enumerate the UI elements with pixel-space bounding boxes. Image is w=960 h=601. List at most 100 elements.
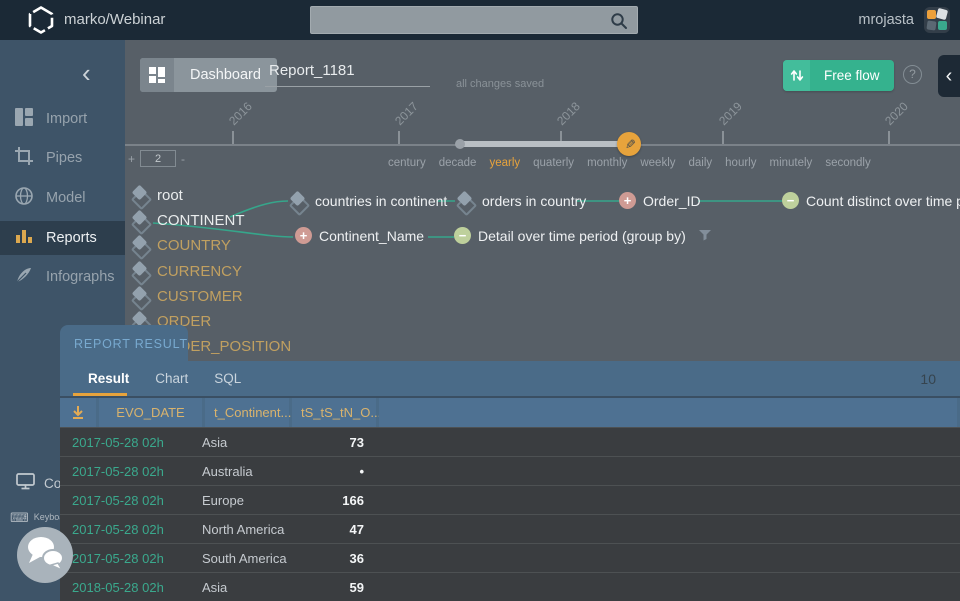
granularity-decade[interactable]: decade [439,157,477,169]
report-title-input[interactable] [265,62,430,87]
search-input[interactable] [319,7,599,33]
granularity-monthly[interactable]: monthly [587,157,627,169]
search-icon[interactable] [609,11,629,36]
console-button[interactable]: Cor [16,466,66,500]
layers-diamond-icon [130,209,150,231]
timeline-year-label: 2016 [226,99,255,128]
layers-diamond-icon [130,285,150,307]
feather-icon [14,265,34,289]
sidebar-item-pipes[interactable]: Pipes [0,141,125,175]
column-header-continent[interactable]: t_Continent... [205,398,291,427]
node-label: Continent_Name [319,227,425,244]
tree-entity-currency[interactable]: CURRENCY [130,260,242,282]
sidebar-collapse-icon[interactable]: ‹ [82,58,91,89]
tree-entity-continent[interactable]: CONTINENT [130,209,245,231]
globe-icon [14,186,34,210]
granularity-minutely[interactable]: minutely [769,157,812,169]
tree-node-order-id[interactable]: + Order_ID [619,192,701,209]
global-search[interactable] [310,6,638,34]
username: mrojasta [858,12,914,28]
user-menu[interactable]: mrojasta [858,0,950,40]
tab-result[interactable]: Result [88,371,129,386]
entity-label: root [157,186,183,204]
table-row[interactable]: 2017-05-28 02h Europe 166 [60,485,960,514]
granularity-daily[interactable]: daily [689,157,713,169]
keyboard-shortcuts-button[interactable]: ⌨ Keyboar [10,508,67,526]
timeline-year-label: 2020 [882,99,911,128]
tab-sql[interactable]: SQL [214,371,241,386]
timeline-year-label: 2019 [716,99,745,128]
table-row[interactable]: 2017-05-28 02h Asia 73 [60,427,960,456]
sort-arrows-icon [783,60,810,91]
download-button[interactable] [60,398,96,427]
cell-value: 73 [349,434,364,450]
entity-label: COUNTRY [157,236,231,254]
sidebar-item-infographs[interactable]: Infographs [0,260,125,294]
table-row[interactable]: 2018-05-28 02h Asia 59 [60,572,960,601]
zoom-plus-button[interactable]: + [128,152,135,166]
tree-node-count-distinct[interactable]: − Count distinct over time pe [782,192,960,209]
filter-icon[interactable] [698,228,711,244]
node-label: Detail over time period (group by) [478,227,686,244]
tree-node-detail-over-time[interactable]: − Detail over time period (group by) [454,227,711,244]
cell-continent: South America [202,550,287,566]
entity-label: CURRENCY [157,262,243,280]
granularity-hourly[interactable]: hourly [725,157,756,169]
avatar[interactable] [924,7,950,33]
timeline-tick [398,131,400,144]
timeline-range-start-handle[interactable] [455,139,465,149]
entity-label: CUSTOMER [157,287,243,305]
node-label: countries in continent [315,193,448,209]
plus-circle-icon: + [295,227,312,244]
tree-node-continent-name[interactable]: + Continent_Name [295,227,424,244]
cell-value: • [359,463,364,479]
granularity-yearly[interactable]: yearly [489,157,520,169]
column-header-evo-date[interactable]: EVO_DATE [99,398,202,427]
layers-diamond-icon [455,190,475,212]
report-result-tab[interactable]: REPORT RESULT [60,325,188,361]
tree-entity-customer[interactable]: CUSTOMER [130,285,243,307]
dashboard-button[interactable]: Dashboard [140,58,277,92]
cell-continent: Asia [202,434,228,450]
sidebar-item-model[interactable]: Model [0,181,125,215]
tree-node-orders-in-country[interactable]: orders in country [455,190,586,212]
sidebar-item-label: Import [46,111,88,127]
report-result-panel: REPORT RESULT Result Chart SQL 10 EVO_DA… [60,325,960,601]
tab-chart[interactable]: Chart [155,371,188,386]
result-row-count: 10 [920,370,936,387]
sidebar-item-reports[interactable]: Reports [0,221,125,255]
granularity-weekly[interactable]: weekly [640,157,675,169]
sidebar-item-import[interactable]: Import [0,102,125,136]
granularity-quaterly[interactable]: quaterly [533,157,574,169]
report-title-field[interactable] [265,62,430,87]
timeline-zoom-control: + - [128,150,185,167]
cell-continent: Asia [202,579,228,595]
sidebar-item-label: Model [46,190,86,206]
granularity-secondly[interactable]: secondly [825,157,870,169]
tree-entity-root[interactable]: root [130,184,183,206]
cell-value: 47 [349,521,364,537]
crop-icon [14,146,34,170]
timeline-edit-handle[interactable]: ✎ [617,132,641,156]
table-row[interactable]: 2017-05-28 02h North America 47 [60,514,960,543]
pencil-icon: ✎ [622,138,637,150]
chat-button[interactable] [17,527,73,583]
timeline-range-bar[interactable] [460,141,630,147]
monitor-icon [16,473,35,493]
right-panel-collapse-tab[interactable]: ‹ [938,55,960,97]
result-tabbar: Result Chart SQL 10 [60,361,960,398]
help-icon[interactable]: ? [903,65,922,84]
table-row[interactable]: 2017-05-28 02h South America 36 [60,543,960,572]
save-status: all changes saved [456,78,545,90]
dashboard-button-label: Dashboard [190,67,261,83]
zoom-value-input[interactable] [140,150,177,167]
tree-entity-country[interactable]: COUNTRY [130,234,231,256]
granularity-century[interactable]: century [388,157,426,169]
bar-chart-icon [14,226,34,250]
tree-node-countries-in-continent[interactable]: countries in continent [288,190,447,212]
timeline-tick [722,131,724,144]
table-row[interactable]: 2017-05-28 02h Australia • [60,456,960,485]
zoom-minus-button[interactable]: - [181,152,185,166]
column-header-value[interactable]: tS_tS_tN_O... [292,398,381,427]
free-flow-button[interactable]: Free flow [783,60,894,91]
